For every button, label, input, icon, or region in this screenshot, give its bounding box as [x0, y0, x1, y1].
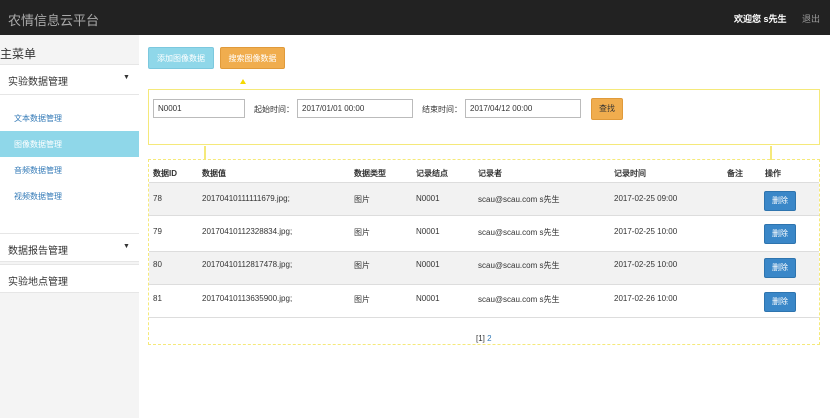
sidebar-item-label: 图像数据管理 — [14, 140, 62, 149]
delete-button[interactable]: 删除 — [764, 191, 796, 211]
sidebar: 主菜单 实验数据管理 ▼ 文本数据管理 图像数据管理 音频数据管理 视频数据管理… — [0, 35, 139, 418]
cell-type: 图片 — [354, 228, 370, 237]
cell-time: 2017-02-25 10:00 — [614, 260, 678, 269]
find-button[interactable]: 查找 — [591, 98, 623, 120]
add-image-data-button[interactable]: 添加图像数据 — [148, 47, 214, 69]
caret-down-icon: ▼ — [123, 243, 130, 250]
cell-time: 2017-02-25 10:00 — [614, 227, 678, 236]
start-time-label: 起始时间： — [254, 105, 294, 114]
sidebar-group-label: 数据报告管理 — [8, 246, 68, 257]
cell-node: N0001 — [416, 294, 440, 303]
page-link-2[interactable]: 2 — [487, 334, 491, 343]
page-current: [1] — [476, 334, 485, 343]
column-header-value: 数据值 — [202, 169, 226, 178]
cell-time: 2017-02-26 10:00 — [614, 294, 678, 303]
sidebar-group-label: 实验地点管理 — [8, 277, 68, 288]
column-header-id: 数据ID — [153, 169, 177, 178]
cell-recorder: scau@scau.com s先生 — [478, 295, 560, 304]
pagination: [1] 2 — [476, 334, 492, 343]
cell-id: 79 — [153, 227, 162, 236]
end-time-input[interactable]: 2017/04/12 00:00 — [465, 99, 581, 118]
sidebar-item-image-data[interactable]: 图像数据管理 — [0, 131, 139, 157]
cell-id: 78 — [153, 194, 162, 203]
cell-value: 20170410113635900.jpg; — [202, 294, 293, 303]
sidebar-item-video-data[interactable]: 视频数据管理 — [0, 183, 139, 209]
divider — [149, 317, 819, 318]
sidebar-item-text-data[interactable]: 文本数据管理 — [0, 105, 139, 131]
cell-type: 图片 — [354, 295, 370, 304]
end-time-label: 结束时间： — [422, 105, 462, 114]
cell-value: 20170410112817478.jpg; — [202, 260, 293, 269]
delete-button[interactable]: 删除 — [764, 258, 796, 278]
cell-recorder: scau@scau.com s先生 — [478, 195, 560, 204]
caret-down-icon: ▼ — [123, 74, 130, 81]
cell-node: N0001 — [416, 260, 440, 269]
sidebar-group-experiment-data: 实验数据管理 ▼ 文本数据管理 图像数据管理 音频数据管理 视频数据管理 — [0, 64, 139, 244]
brand-title[interactable]: 农情信息云平台 — [8, 10, 99, 29]
cell-recorder: scau@scau.com s先生 — [478, 261, 560, 270]
cell-type: 图片 — [354, 195, 370, 204]
sidebar-item-audio-data[interactable]: 音频数据管理 — [0, 157, 139, 183]
sidebar-group-report-data[interactable]: 数据报告管理 ▼ — [0, 233, 139, 262]
cell-node: N0001 — [416, 227, 440, 236]
logout-link[interactable]: 退出 — [802, 12, 820, 25]
node-input[interactable]: N0001 — [153, 99, 245, 118]
column-header-type: 数据类型 — [354, 169, 386, 178]
column-header-time: 记录时间 — [614, 169, 646, 178]
start-time-input[interactable]: 2017/01/01 00:00 — [297, 99, 413, 118]
sidebar-group-head-experiment-data[interactable]: 实验数据管理 ▼ — [0, 65, 139, 93]
sidebar-item-label: 视频数据管理 — [14, 192, 62, 201]
column-header-node: 记录结点 — [416, 169, 448, 178]
sidebar-group-label: 实验数据管理 — [8, 77, 68, 88]
connector-line — [204, 146, 206, 160]
column-header-note: 备注 — [727, 169, 743, 178]
divider — [0, 94, 139, 95]
cell-value: 20170410112328834.jpg; — [202, 227, 293, 236]
cell-type: 图片 — [354, 261, 370, 270]
sidebar-group-head-report-data[interactable]: 数据报告管理 ▼ — [0, 234, 139, 262]
cell-recorder: scau@scau.com s先生 — [478, 228, 560, 237]
delete-button[interactable]: 删除 — [764, 292, 796, 312]
sidebar-title: 主菜单 — [0, 47, 37, 61]
arrow-up-icon — [240, 79, 246, 84]
sidebar-item-label: 文本数据管理 — [14, 114, 62, 123]
cell-time: 2017-02-25 09:00 — [614, 194, 678, 203]
delete-button[interactable]: 删除 — [764, 224, 796, 244]
welcome-text: 欢迎您 s先生 — [734, 14, 787, 24]
column-header-recorder: 记录者 — [478, 169, 502, 178]
cell-id: 80 — [153, 260, 162, 269]
top-navbar: 农情信息云平台 欢迎您 s先生 退出 — [0, 0, 830, 35]
cell-value: 20170410111111679.jpg; — [202, 194, 290, 203]
sidebar-group-experiment-site[interactable]: 实验地点管理 — [0, 264, 139, 293]
search-image-data-button[interactable]: 搜索图像数据 — [220, 47, 285, 69]
sidebar-item-label: 音频数据管理 — [14, 166, 62, 175]
cell-id: 81 — [153, 294, 162, 303]
sidebar-group-head-experiment-site[interactable]: 实验地点管理 — [0, 265, 139, 293]
connector-line — [770, 146, 772, 160]
column-header-action: 操作 — [765, 169, 781, 178]
cell-node: N0001 — [416, 194, 440, 203]
